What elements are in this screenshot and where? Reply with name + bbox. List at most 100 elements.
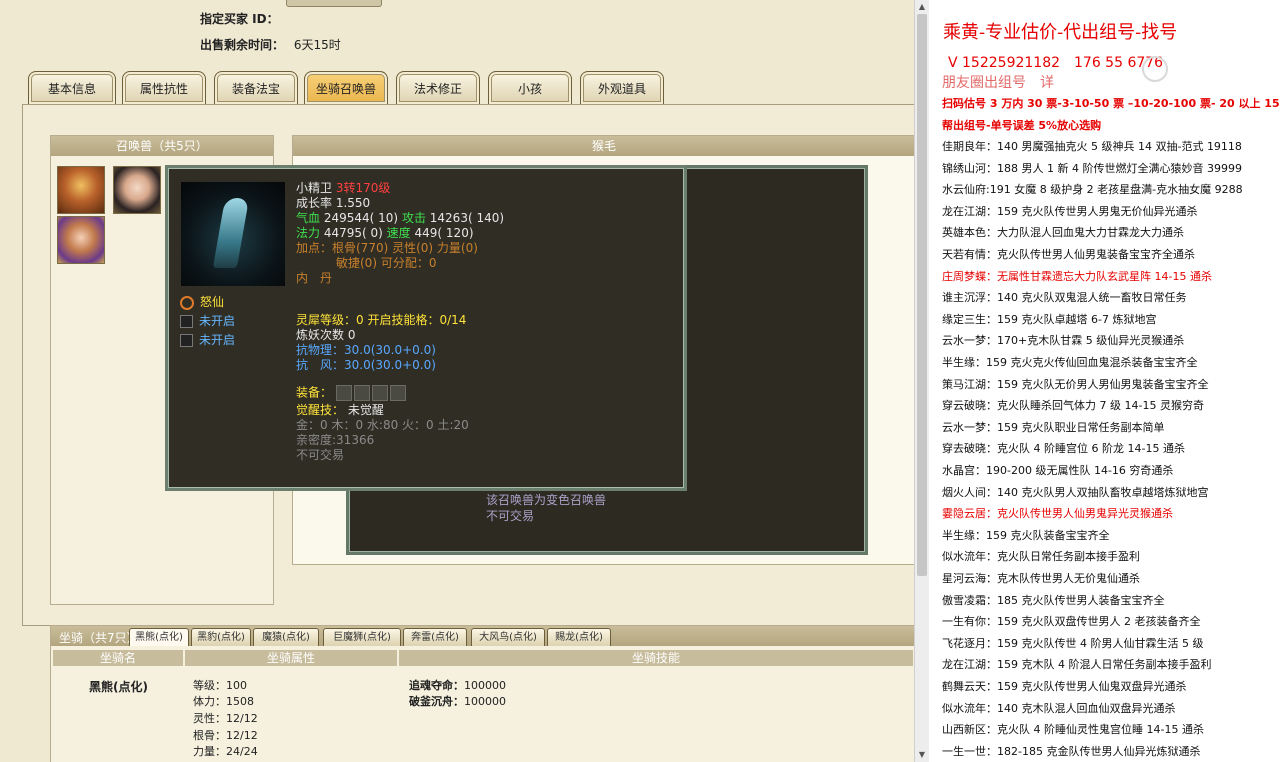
- mount-tab[interactable]: 魔猿(点化): [253, 628, 319, 646]
- tt-hp-bonus: ( 10): [369, 211, 399, 225]
- tab-appearance[interactable]: 外观道具: [580, 71, 664, 104]
- ad-listing-text: 龙在江湖：159 克木队 4 阶混人日常任务副本接手盈利: [942, 658, 1212, 672]
- ad-listing-text: 一生有你：159 克火队双盘传世男人 2 老孩装备齐全: [942, 615, 1201, 629]
- ad-listing-text: 半生缘：159 克火队装备宝宝齐全: [942, 528, 1110, 542]
- tt-name-row: 小精卫 3转170级: [296, 181, 390, 196]
- ad-listing-text: 佳期良年：140 男魔强抽克火 5 级神兵 14 双抽-范式 19118: [942, 140, 1242, 153]
- ad-listing-row: 似水流年：克火队日常任务副本接手盈利: [942, 550, 1140, 564]
- ad-price-line: 扫码估号 3 万内 30 票-3-10-50 票 –10-20-100 票- 2…: [942, 97, 1280, 110]
- tt-hp-atk-row: 气血 249544( 10) 攻击 14263( 140): [296, 211, 504, 226]
- tab-label: 基本信息: [47, 82, 96, 96]
- tt-points-2: 敏捷(0) 可分配：0: [336, 256, 437, 270]
- tt-hp-label: 气血: [296, 211, 321, 225]
- summon-tooltip: 小精卫 3转170级 成长率 1.550 气血 249544( 10) 攻击 1…: [165, 165, 687, 491]
- ad-listing-row: 云水一梦：170+克木队甘霖 5 级仙异光灵猴通杀: [942, 334, 1184, 348]
- tab-label: 小孩: [517, 82, 542, 96]
- scroll-up-icon[interactable]: ▲: [915, 0, 929, 14]
- ad-listing-text: 谁主沉浮：140 克火队双鬼混人统一畜牧日常任务: [942, 291, 1187, 305]
- tab-child[interactable]: 小孩: [488, 71, 572, 104]
- summon-avatar[interactable]: [57, 166, 105, 214]
- equip-slot-icon[interactable]: [371, 385, 388, 401]
- ad-listing-text: 天若有情：克火队传世男人仙男鬼装备宝宝齐全通杀: [942, 248, 1195, 261]
- tab-label: 装备法宝: [231, 82, 280, 96]
- mount-col-attr: 坐骑属性: [185, 650, 397, 666]
- mount-stat: 灵性：12/12: [193, 710, 258, 726]
- scrollbar-thumb[interactable]: [917, 14, 927, 576]
- mount-tab[interactable]: 黑熊(点化): [129, 628, 189, 646]
- tt-atk-bonus: ( 140): [467, 211, 505, 225]
- equip-slot-icon[interactable]: [335, 385, 352, 401]
- mount-skill-label: 追魂夺命：: [409, 679, 464, 692]
- mount-tab[interactable]: 奔雷(点化): [403, 628, 467, 646]
- ad-listing-row: 烟火人间：140 克火队男人双抽队畜牧卓越塔炼狱地宫: [942, 486, 1209, 500]
- ad-listing-text: 英雄本色：大力队混人回血鬼大力甘霖龙大力通杀: [942, 226, 1184, 240]
- ad-listing-text: 穿云破晓：克火队睡杀回气体力 7 级 14-15 灵猴穷奇: [942, 399, 1204, 413]
- no-trade-note: 不可交易: [486, 509, 535, 523]
- equip-slot-icon[interactable]: [389, 385, 406, 401]
- top-button[interactable]: [286, 0, 382, 7]
- ad-listing-row: 飞花逐月：159 克火队传世 4 阶男人仙甘霖生活 5 级: [942, 637, 1203, 651]
- ad-listing-text: 鹤舞云天：159 克火队传世男人仙鬼双盘异光通杀: [942, 680, 1187, 693]
- mount-tab[interactable]: 赐龙(点化): [547, 628, 611, 646]
- tab-basic-info[interactable]: 基本信息: [28, 71, 116, 104]
- summon-avatar[interactable]: [113, 166, 161, 214]
- tt-awaken-value: 未觉醒: [347, 403, 384, 417]
- mount-skill-value: 100000: [464, 695, 506, 708]
- ad-listing-row: 锦绣山河：188 男人 1 新 4 阶传世燃灯全满心猿妙音 39999: [942, 162, 1242, 176]
- mount-tab[interactable]: 大风鸟(点化): [471, 628, 545, 646]
- summon-detail-title: 猴毛: [293, 136, 914, 156]
- ad-promo-line: 帮出组号-单号误差 5%放心选购: [942, 119, 1102, 132]
- buyer-id-row: 指定买家 ID：: [200, 10, 279, 27]
- ad-phone: V 15225921182 176 55 6776: [948, 55, 1164, 71]
- tt-growth: 成长率 1.550: [296, 196, 371, 210]
- tt-skill-1: 怒仙: [180, 295, 224, 310]
- ad-friend: 朋友圈出组号 详: [942, 75, 1054, 91]
- page-scrollbar[interactable]: ▲ ▼: [914, 0, 929, 762]
- tt-intimacy: 亲密度:31366: [296, 433, 375, 447]
- tt-skill-label: 未开启: [199, 333, 236, 347]
- tab-equip[interactable]: 装备法宝: [214, 71, 298, 104]
- ad-listing-row: 天若有情：克火队传世男人仙男鬼装备宝宝齐全通杀: [942, 248, 1195, 262]
- tt-atk-value: 14263: [429, 211, 468, 225]
- tt-skill-3: 未开启: [180, 333, 235, 348]
- tt-skill-2: 未开启: [180, 314, 235, 329]
- tt-atk-label: 攻击: [401, 211, 426, 225]
- ad-listing-row: 佳期良年：140 男魔强抽克火 5 级神兵 14 双抽-范式 19118: [942, 140, 1242, 154]
- ad-listing-text: 策马江湖：159 克火队无价男人男仙男鬼装备宝宝齐全: [942, 377, 1209, 391]
- tt-equip-label: 装备：: [296, 385, 333, 400]
- tab-mount-summon[interactable]: 坐骑召唤兽: [304, 71, 388, 104]
- tab-spell-mod[interactable]: 法术修正: [396, 71, 480, 104]
- ad-listing-row: 星河云海：克木队传世男人无价鬼仙通杀: [942, 572, 1140, 586]
- tt-level: 3转170级: [335, 181, 391, 195]
- buyer-id-label: 指定买家 ID：: [200, 12, 279, 26]
- ad-listing-text: 傲雪凌霜：185 克火队传世男人装备宝宝齐全: [942, 593, 1165, 607]
- mount-selected-name: 黑熊(点化): [89, 680, 148, 694]
- mount-skill: 破釜沉舟：100000: [409, 693, 506, 709]
- mount-tab[interactable]: 巨魔狮(点化): [323, 628, 401, 646]
- equip-slot-icon[interactable]: [353, 385, 370, 401]
- ad-listing-row: 似水流年：140 克木队混人回血仙双盘异光通杀: [942, 702, 1176, 716]
- summon-avatar[interactable]: [57, 216, 105, 264]
- mount-tab[interactable]: 黑豹(点化): [191, 628, 251, 646]
- color-summon-note: 该召唤兽为变色召唤兽: [486, 493, 607, 507]
- ad-listing-row: 云水一梦：159 克火队职业日常任务副本简单: [942, 421, 1165, 435]
- ad-listing-row: 半生缘：159 克火克火传仙回血鬼混杀装备宝宝齐全: [942, 356, 1198, 370]
- scroll-down-icon[interactable]: ▼: [915, 748, 929, 762]
- mount-stat: 根骨：12/12: [193, 727, 258, 743]
- ad-listing-row: 傲雪凌霜：185 克火队传世男人装备宝宝齐全: [942, 594, 1165, 608]
- mount-stat: 体力：1508: [193, 693, 254, 709]
- ad-listing-text: 星河云海：克木队传世男人无价鬼仙通杀: [942, 572, 1140, 585]
- mount-col-skill: 坐骑技能: [399, 650, 913, 666]
- ad-listing-text: 霎隐云居：克火队传世男人仙男鬼异光灵猴通杀: [942, 507, 1173, 521]
- empty-slot-icon: [180, 334, 193, 347]
- mount-stat-label: 根骨：: [193, 729, 226, 742]
- tab-attr-resist[interactable]: 属性抗性: [122, 71, 206, 104]
- mount-skill-label: 破釜沉舟：: [409, 695, 464, 708]
- ad-listing-text: 云水一梦：170+克木队甘霖 5 级仙异光灵猴通杀: [942, 334, 1185, 348]
- tt-points: 加点：根骨(770) 灵性(0) 力量(0): [296, 241, 478, 255]
- mount-stat-label: 灵性：: [193, 712, 226, 725]
- ad-listing-text: 半生缘：159 克火克火传仙回血鬼混杀装备宝宝齐全: [942, 356, 1198, 369]
- mount-stat-label: 体力：: [193, 695, 226, 708]
- ad-listing-text: 一生一世：182-185 克金队传世男人仙异光炼狱通杀: [942, 744, 1201, 758]
- ad-listing-text: 飞花逐月：159 克火队传世 4 阶男人仙甘霖生活 5 级: [942, 636, 1204, 650]
